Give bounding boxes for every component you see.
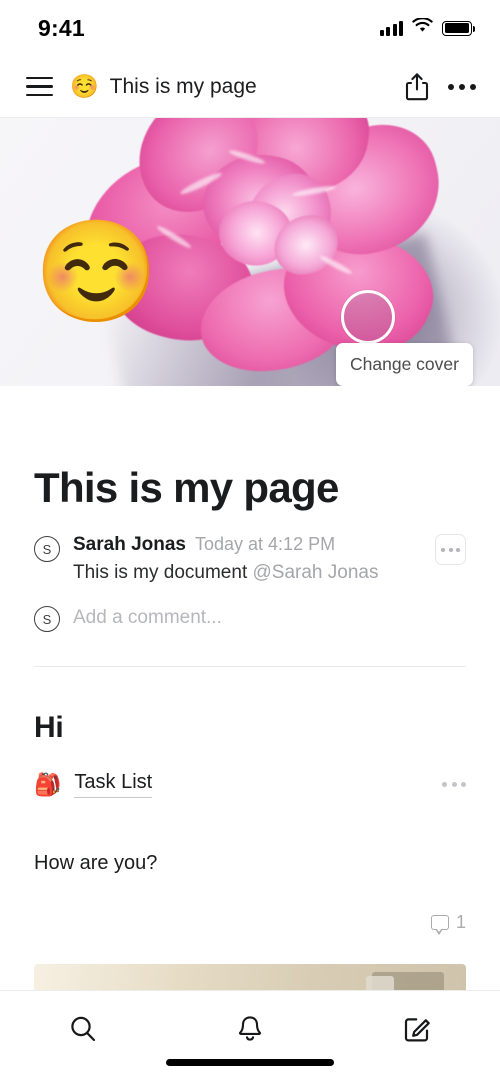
comment-mention[interactable]: @Sarah Jonas [253,562,379,583]
nav-page-title[interactable]: This is my page [110,75,404,99]
page-title[interactable]: This is my page [34,464,466,512]
image-object-highlight [366,976,394,990]
task-list-more-button[interactable] [442,782,466,787]
status-bar: 9:41 [0,0,500,56]
comment-bubble-icon [430,915,449,935]
battery-full-icon [442,20,476,36]
comment-author: Sarah Jonas [73,534,186,555]
status-time: 9:41 [38,14,85,41]
add-comment-input[interactable]: Add a comment... [73,607,222,629]
home-indicator [166,1059,334,1066]
cellular-signal-icon [379,20,403,36]
more-horizontal-icon[interactable] [448,83,476,90]
tab-compose[interactable] [333,1005,500,1057]
comment-count-value: 1 [455,912,466,932]
change-cover-button[interactable]: Change cover [336,343,473,386]
avatar: S [34,536,60,562]
divider [34,666,466,667]
navigation-bar: ☺️ This is my page [0,56,500,118]
share-icon[interactable] [404,72,430,102]
comment-count-badge[interactable]: 1 [430,912,466,935]
tab-search[interactable] [0,1005,167,1057]
comment-timestamp: Today at 4:12 PM [195,534,336,554]
heading-hi[interactable]: Hi [34,711,466,745]
tab-notifications[interactable] [167,1005,334,1057]
backpack-icon: 🎒 [34,771,62,797]
comment-text: This is my document @Sarah Jonas [73,562,466,584]
task-list-link[interactable]: Task List [74,771,153,798]
add-comment-row[interactable]: S Add a comment... [34,604,466,632]
comment-thread: S Sarah Jonas Today at 4:12 PM This is m… [34,534,466,584]
compose-icon [401,1013,433,1050]
comment-content: Sarah Jonas Today at 4:12 PM This is my … [73,534,466,584]
avatar: S [34,606,60,632]
task-list-row[interactable]: 🎒 Task List [34,771,466,798]
page-emoji-avatar[interactable]: ☺️ [34,222,159,322]
page-emoji-small: ☺️ [70,73,99,99]
search-icon [67,1013,99,1050]
bell-icon [234,1013,266,1050]
document-body: This is my page S Sarah Jonas Today at 4… [0,464,500,875]
comment-text-value: This is my document [73,562,253,583]
wifi-icon [412,17,433,38]
paragraph-how-are-you[interactable]: How are you? [34,852,466,875]
nav-actions [404,72,476,102]
comment-more-button[interactable] [435,534,466,565]
image-block-preview[interactable] [34,964,466,990]
status-icons [379,17,476,38]
tap-indicator-circle [341,290,395,344]
bottom-tab-bar [0,990,500,1080]
hamburger-menu-icon[interactable] [16,64,62,110]
